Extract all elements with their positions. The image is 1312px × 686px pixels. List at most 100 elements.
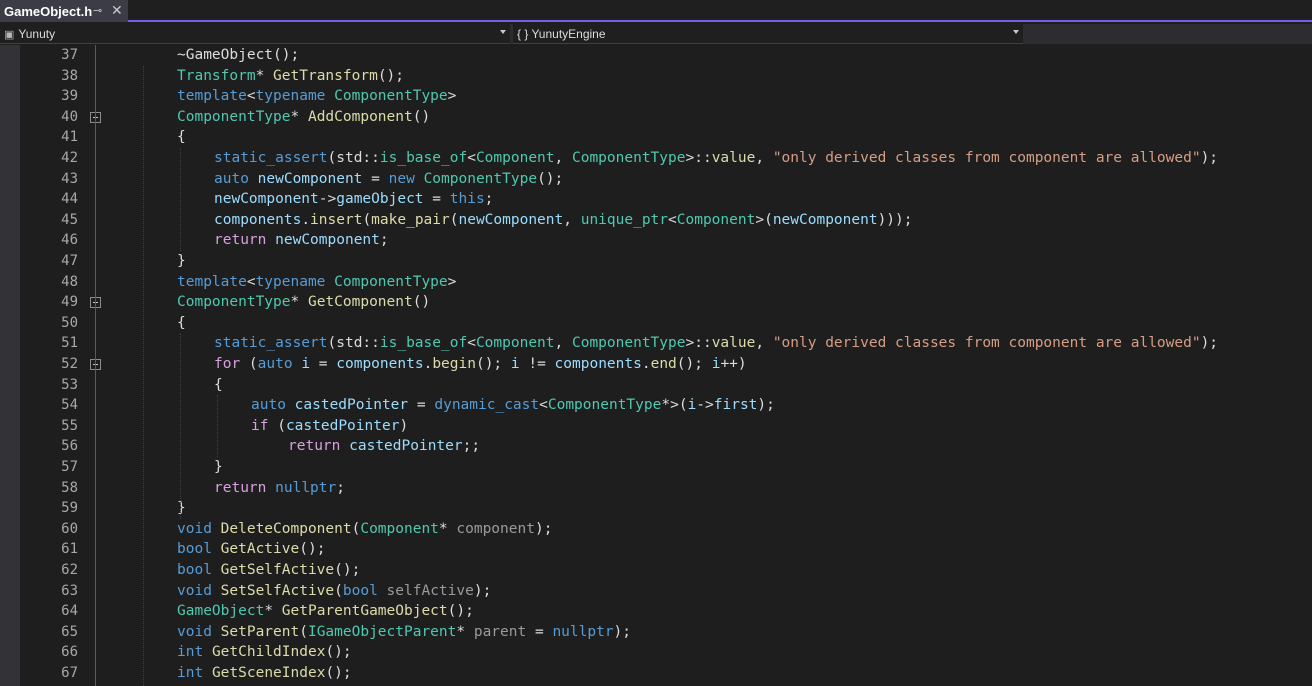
code-token: >( — [755, 211, 773, 228]
code-text: int GetSceneIndex(); — [177, 663, 352, 684]
code-token: nullptr — [275, 479, 337, 496]
line-number: 45 — [61, 211, 78, 228]
line-number: 46 — [61, 232, 78, 249]
code-line[interactable]: 40 ComponentType* AddComponent() — [0, 107, 1312, 128]
line-number: 48 — [61, 273, 78, 290]
code-token: . — [641, 356, 651, 372]
code-line[interactable]: 55 if (castedPointer) — [0, 416, 1312, 437]
code-line[interactable]: 37 ~GameObject(); — [0, 45, 1312, 66]
code-text: } — [214, 457, 223, 478]
code-text: ComponentType* GetComponent() — [177, 292, 430, 313]
code-token: ( — [362, 211, 372, 228]
code-line[interactable]: 51 static_assert(std::is_base_of<Componen… — [0, 333, 1312, 354]
code-line[interactable]: 45 components.insert(make_pair(newCompone… — [0, 210, 1312, 231]
code-line[interactable]: 39 template<typename ComponentType> — [0, 86, 1312, 107]
code-line[interactable]: 67 int GetSceneIndex(); — [0, 663, 1312, 684]
code-line[interactable]: 66 int GetChildIndex(); — [0, 642, 1312, 663]
code-line[interactable]: 48 template<typename ComponentType> — [0, 272, 1312, 293]
code-token: (); — [447, 603, 474, 620]
code-token: ( — [327, 335, 337, 352]
code-line[interactable]: 64 GameObject* GetParentGameObject(); — [0, 601, 1312, 622]
code-token: dynamic_cast — [434, 397, 540, 414]
code-line[interactable]: 63 void SetSelfActive(bool selfActive); — [0, 581, 1312, 602]
code-token: ; — [379, 232, 389, 249]
line-number: 39 — [61, 88, 78, 105]
code-text: void SetSelfActive(bool selfActive); — [177, 581, 491, 602]
code-token: < — [467, 335, 476, 352]
code-text: } — [177, 251, 186, 272]
code-token: std:: — [336, 150, 380, 166]
line-number: 63 — [61, 582, 78, 599]
code-line[interactable]: 50 { — [0, 313, 1312, 334]
code-token: GetComponent — [307, 294, 413, 311]
code-line[interactable]: 53 { — [0, 375, 1312, 396]
code-token: SetParent — [220, 623, 300, 640]
indent-guide — [143, 65, 144, 686]
code-editor[interactable]: 37 ~GameObject(); 38 Transform* GetTransfor… — [0, 45, 1312, 686]
code-text: components.insert(make_pair(newComponent… — [214, 210, 913, 231]
code-line[interactable]: 43 auto newComponent = new ComponentType(… — [0, 169, 1312, 190]
code-line[interactable]: 60 void DeleteComponent(Component* compon… — [0, 519, 1312, 540]
code-line[interactable]: 61 bool GetActive(); — [0, 539, 1312, 560]
code-line[interactable]: 49 ComponentType* GetComponent() — [0, 292, 1312, 313]
code-text: template<typename ComponentType> — [177, 86, 456, 107]
code-line[interactable]: 59} — [0, 498, 1312, 519]
code-line[interactable]: 56 return castedPointer;; — [0, 436, 1312, 457]
code-token: * — [264, 603, 282, 620]
code-token: ) — [399, 417, 409, 434]
code-token: for — [214, 356, 241, 372]
code-token: , — [755, 335, 773, 352]
code-line[interactable]: 58 return nullptr; — [0, 478, 1312, 499]
tab-gameobject-h[interactable]: GameObject.h ⊸ ✕ — [0, 0, 128, 22]
scope-label: { } YunutyEngine — [517, 27, 606, 41]
code-line[interactable]: 52 for (auto i = components.begin(); i !=… — [0, 354, 1312, 375]
line-number: 62 — [61, 562, 78, 578]
code-token: ); — [473, 582, 492, 599]
code-token: , — [554, 335, 572, 352]
code-token: IGameObjectParent — [307, 623, 457, 640]
code-token: void — [177, 582, 212, 599]
code-token: ~GameObject — [177, 47, 274, 63]
code-token: value — [711, 335, 756, 352]
pin-icon[interactable]: ⊸ — [93, 4, 102, 17]
code-line[interactable]: 62 bool GetSelfActive(); — [0, 560, 1312, 581]
line-number: 58 — [61, 479, 78, 496]
code-line[interactable]: 42 static_assert(std::is_base_of<Componen… — [0, 148, 1312, 169]
code-text: if (castedPointer) — [251, 416, 408, 437]
code-token: GameObject — [177, 603, 265, 620]
chevron-down-icon — [500, 30, 506, 34]
code-token: Transform — [177, 67, 256, 84]
code-token: newComponent — [458, 211, 564, 228]
code-token: unique_ptr — [580, 211, 669, 228]
scope-dropdown[interactable]: { } YunutyEngine — [513, 25, 1023, 43]
code-token: new — [388, 170, 415, 187]
code-token: "only derived classes from component are… — [772, 335, 1201, 352]
code-token: auto — [214, 170, 249, 187]
code-line[interactable]: 47} — [0, 251, 1312, 272]
indent-guide — [180, 148, 181, 251]
code-line[interactable]: 41 { — [0, 127, 1312, 148]
code-token: , — [554, 150, 572, 166]
code-line[interactable]: 54 auto castedPointer = dynamic_cast<Comp… — [0, 395, 1312, 416]
tab-strip: GameObject.h ⊸ ✕ — [0, 0, 1312, 22]
code-token: castedPointer — [349, 438, 463, 455]
line-number: 61 — [61, 541, 78, 558]
code-line[interactable]: 38 Transform* GetTransform(); — [0, 66, 1312, 87]
project-dropdown[interactable]: ▣ Yunuty — [0, 25, 510, 43]
line-number: 47 — [61, 253, 78, 269]
code-line[interactable]: 44 newComponent->gameObject = this; — [0, 189, 1312, 210]
code-token: GetSceneIndex — [211, 665, 326, 681]
line-number: 67 — [61, 665, 78, 681]
code-line[interactable]: 65 void SetParent(IGameObjectParent* pare… — [0, 622, 1312, 643]
code-line[interactable]: 57} — [0, 457, 1312, 478]
code-token: ComponentType — [571, 335, 686, 352]
close-icon[interactable]: ✕ — [111, 2, 123, 19]
code-line[interactable]: 46 return newComponent; — [0, 230, 1312, 251]
member-dropdown-area[interactable] — [1023, 24, 1312, 44]
